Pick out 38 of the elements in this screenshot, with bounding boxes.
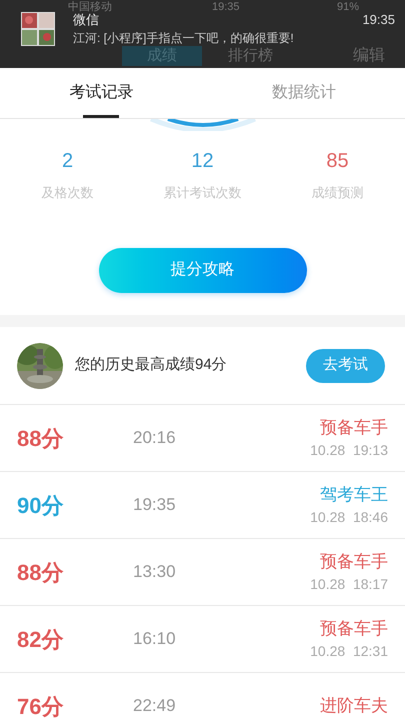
notification-message: 江河: [小程序]手指点一下吧，的确很重要! bbox=[73, 31, 295, 45]
take-exam-button[interactable]: 去考试 bbox=[306, 348, 385, 382]
carrier-name: 中国移动 bbox=[68, 0, 112, 14]
boost-button[interactable]: 提分攻略 bbox=[98, 248, 306, 292]
stat-label: 及格次数 bbox=[42, 184, 94, 202]
nav-tab[interactable]: 排行榜 bbox=[220, 46, 281, 66]
score: 88分 bbox=[17, 424, 64, 452]
score: 82分 bbox=[17, 626, 64, 654]
score: 90分 bbox=[17, 492, 64, 520]
best-score-text: 您的历史最高成绩94分 bbox=[75, 355, 228, 376]
duration: 19:35 bbox=[133, 494, 176, 516]
rank-title: 预备车手 bbox=[320, 552, 388, 572]
status-time: 19:35 bbox=[212, 0, 240, 16]
battery-level: 91% bbox=[336, 0, 359, 16]
duration: 20:16 bbox=[133, 427, 176, 450]
edit-button[interactable]: 编辑 bbox=[353, 44, 385, 68]
record-date: 10.28 12:31 bbox=[310, 643, 388, 659]
tab[interactable]: 考试记录 bbox=[0, 68, 202, 118]
duration: 13:30 bbox=[133, 561, 176, 584]
duration: 16:10 bbox=[133, 628, 176, 650]
rank-title: 预备车手 bbox=[320, 619, 388, 639]
rank-title: 进阶车夫 bbox=[320, 696, 388, 716]
score: 76分 bbox=[17, 692, 64, 720]
stat-value: 85 bbox=[326, 149, 349, 173]
tab[interactable]: 数据统计 bbox=[202, 68, 405, 118]
record-date: 10.28 18:17 bbox=[310, 576, 388, 592]
stat-label: 累计考试次数 bbox=[164, 184, 242, 202]
record-date: 10.28 18:46 bbox=[310, 509, 388, 525]
duration: 22:49 bbox=[133, 695, 176, 718]
record-date: 10.28 19:13 bbox=[310, 442, 388, 458]
stat-value: 12 bbox=[191, 149, 214, 173]
rank-title: 驾考车王 bbox=[320, 485, 388, 505]
rank-title: 预备车手 bbox=[320, 418, 388, 438]
stat-value: 2 bbox=[62, 149, 74, 173]
stat-label: 成绩预测 bbox=[312, 184, 364, 202]
notification-time: 19:35 bbox=[362, 12, 395, 27]
notification-app: 微信 bbox=[73, 12, 99, 27]
score: 88分 bbox=[17, 558, 64, 586]
